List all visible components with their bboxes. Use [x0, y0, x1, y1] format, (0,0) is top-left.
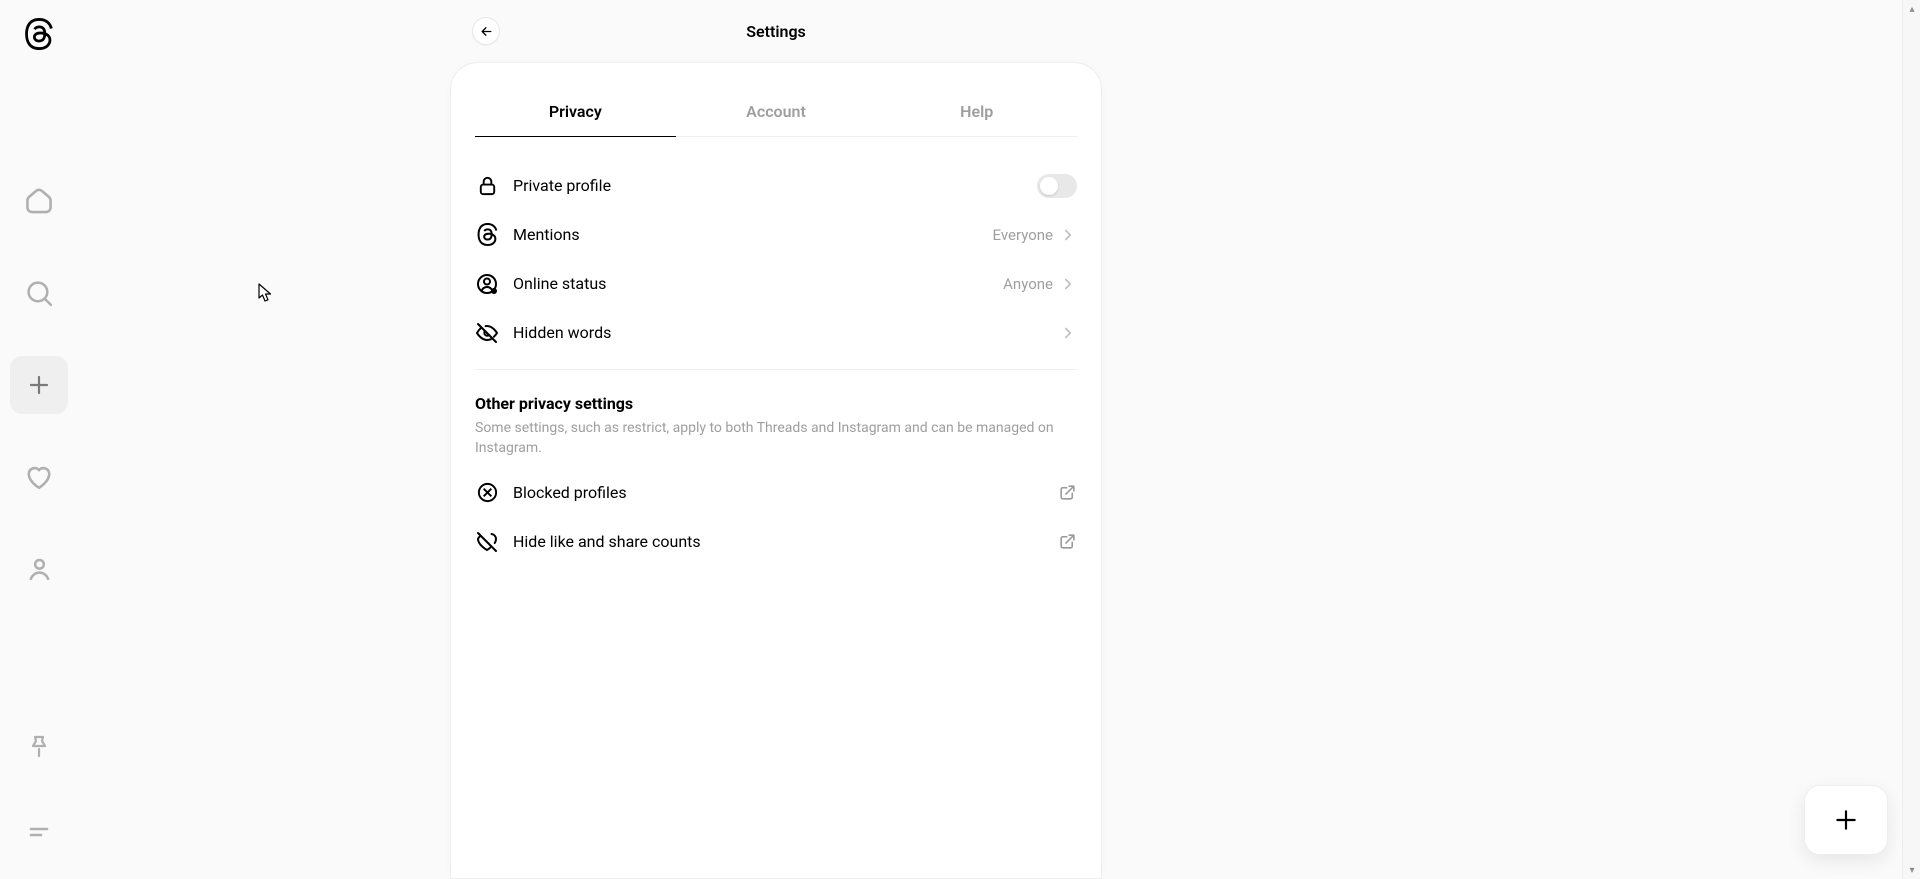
cursor-icon [258, 283, 274, 303]
chevron-right-icon [1059, 226, 1077, 244]
tab-privacy[interactable]: Privacy [475, 87, 676, 136]
settings-panel: Privacy Account Help Private profile Men… [450, 62, 1102, 879]
row-value: Everyone [993, 226, 1053, 244]
privacy-rows: Private profile Mentions Everyone Online… [451, 137, 1101, 357]
sidebar-bottom [0, 717, 78, 861]
row-label: Mentions [513, 225, 993, 244]
sidebar [0, 0, 78, 879]
row-label: Private profile [513, 176, 1037, 195]
private-profile-toggle[interactable] [1037, 174, 1077, 198]
nav-activity[interactable] [10, 448, 68, 506]
online-status-icon [475, 272, 499, 296]
external-link-icon [1057, 532, 1077, 552]
nav-create[interactable] [10, 356, 68, 414]
tab-help[interactable]: Help [876, 87, 1077, 136]
lock-icon [475, 174, 499, 198]
page-title: Settings [450, 22, 1102, 41]
scroll-up-icon[interactable]: ▴ [1903, 0, 1920, 18]
mentions-icon [475, 223, 499, 247]
section-title: Other privacy settings [475, 394, 1077, 413]
chevron-right-icon [1059, 324, 1077, 342]
row-label: Hidden words [513, 323, 1059, 342]
threads-logo[interactable] [22, 14, 56, 54]
section-desc: Some settings, such as restrict, apply t… [475, 419, 1077, 458]
nav-home[interactable] [10, 172, 68, 230]
chevron-right-icon [1059, 275, 1077, 293]
external-link-icon [1057, 483, 1077, 503]
row-online-status[interactable]: Online status Anyone [475, 259, 1077, 308]
compose-fab[interactable] [1804, 785, 1888, 855]
heart-off-icon [475, 530, 499, 554]
row-value: Anyone [1003, 275, 1053, 293]
scrollbar[interactable]: ▴ ▾ [1902, 0, 1920, 879]
nav-profile[interactable] [10, 540, 68, 598]
tab-account[interactable]: Account [676, 87, 877, 136]
other-section: Other privacy settings Some settings, su… [451, 370, 1101, 566]
nav-search[interactable] [10, 264, 68, 322]
nav-icons [10, 172, 68, 598]
header: Settings [450, 0, 1102, 62]
row-label: Online status [513, 274, 1003, 293]
eye-off-icon [475, 321, 499, 345]
row-label: Hide like and share counts [513, 532, 1057, 551]
row-label: Blocked profiles [513, 483, 1057, 502]
row-hide-counts[interactable]: Hide like and share counts [475, 517, 1077, 566]
scroll-down-icon[interactable]: ▾ [1903, 861, 1920, 879]
back-button[interactable] [472, 17, 500, 45]
blocked-icon [475, 481, 499, 505]
tabs: Privacy Account Help [475, 87, 1077, 137]
toggle-knob [1040, 177, 1058, 195]
row-blocked-profiles[interactable]: Blocked profiles [475, 468, 1077, 517]
nav-pin[interactable] [10, 717, 68, 775]
row-private-profile[interactable]: Private profile [475, 161, 1077, 210]
row-mentions[interactable]: Mentions Everyone [475, 210, 1077, 259]
row-hidden-words[interactable]: Hidden words [475, 308, 1077, 357]
nav-more[interactable] [10, 803, 68, 861]
